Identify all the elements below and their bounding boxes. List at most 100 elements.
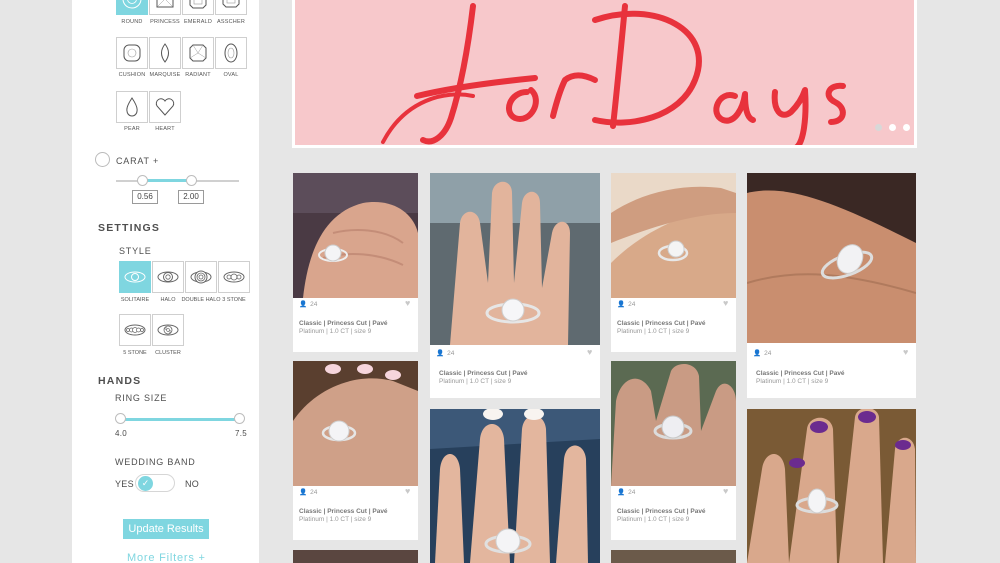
wedding-band-no[interactable]: NO	[185, 479, 199, 489]
card-subtitle: Platinum | 1.0 CT | size 9	[756, 378, 829, 385]
shape-princess[interactable]	[149, 0, 181, 15]
shape-emerald[interactable]	[182, 0, 214, 15]
three-stone-ring-icon	[223, 271, 245, 283]
card-title: Classic | Princess Cut | Pavé	[439, 370, 528, 377]
shape-cushion[interactable]	[116, 37, 148, 69]
card-subtitle: Platinum | 1.0 CT | size 9	[439, 378, 512, 385]
heart-diamond-icon	[155, 98, 175, 116]
carat-max-value[interactable]: 2.00	[178, 190, 204, 204]
ring-photo	[611, 173, 736, 298]
style-label: CLUSTER	[155, 350, 181, 356]
heart-icon[interactable]: ♥	[405, 486, 410, 496]
carat-plus: +	[152, 156, 160, 166]
likes-value: 24	[310, 300, 318, 308]
carat-label[interactable]: CARAT +	[116, 156, 159, 166]
shape-radiant[interactable]	[182, 37, 214, 69]
ring-card[interactable]: 👤 24 ♥ Classic | Princess Cut | Pavé Plat…	[293, 361, 418, 540]
five-stone-ring-icon	[124, 324, 146, 336]
user-icon: 👤	[299, 489, 308, 496]
ring-card[interactable]	[430, 409, 600, 563]
ring-photo	[611, 550, 736, 563]
shape-marquise[interactable]	[149, 37, 181, 69]
likes-value: 24	[628, 488, 636, 496]
wedding-band-toggle[interactable]: ✓	[135, 474, 175, 492]
ring-card[interactable]: 👤 24 ♥ Classic | Princess Cut | Pavé Plat…	[611, 173, 736, 352]
card-subtitle: Platinum | 1.0 CT | size 9	[617, 328, 690, 335]
card-subtitle: Platinum | 1.0 CT | size 9	[617, 516, 690, 523]
ring-photo	[293, 361, 418, 486]
settings-title: SETTINGS	[98, 222, 161, 234]
carat-min-value[interactable]: 0.56	[132, 190, 158, 204]
ring-card[interactable]: 👤 24 ♥ Classic | Princess Cut | Pavé Plat…	[611, 361, 736, 540]
shape-label: OVAL	[223, 72, 239, 78]
style-three-stone[interactable]	[218, 261, 250, 293]
asscher-diamond-icon	[222, 0, 240, 8]
ring-photo	[430, 409, 600, 563]
promo-banner[interactable]	[292, 0, 917, 148]
shape-pear[interactable]	[116, 91, 148, 123]
style-solitaire[interactable]	[119, 261, 151, 293]
round-diamond-icon	[122, 0, 142, 9]
style-double-halo[interactable]	[185, 261, 217, 293]
ring-size-min-value: 4.0	[115, 429, 128, 438]
shape-heart[interactable]	[149, 91, 181, 123]
carat-label-text: CARAT	[116, 156, 150, 166]
carousel-dot[interactable]	[889, 124, 896, 131]
carat-min-handle[interactable]	[137, 175, 148, 186]
ring-photo	[611, 361, 736, 486]
carat-range-fill	[143, 179, 192, 182]
user-icon: 👤	[617, 489, 626, 496]
user-icon: 👤	[617, 301, 626, 308]
card-title: Classic | Princess Cut | Pavé	[617, 508, 706, 515]
checkmark-icon: ✓	[138, 476, 153, 491]
heart-icon[interactable]: ♥	[723, 298, 728, 308]
shape-oval[interactable]	[215, 37, 247, 69]
ring-card[interactable]	[611, 550, 736, 563]
heart-icon[interactable]: ♥	[723, 486, 728, 496]
carousel-dot[interactable]	[875, 124, 882, 131]
ring-card[interactable]	[293, 550, 418, 563]
princess-diamond-icon	[156, 0, 174, 8]
carousel-dots	[875, 124, 914, 131]
ring-card[interactable]: 👤 24 ♥ Classic | Princess Cut | Pavé Plat…	[747, 173, 916, 398]
likes-count: 👤 24	[617, 300, 636, 309]
ring-card[interactable]: 👤 24 ♥ Classic | Princess Cut | Pavé Plat…	[293, 173, 418, 352]
ring-size-track	[121, 418, 240, 421]
likes-count: 👤 24	[617, 488, 636, 497]
shape-round[interactable]	[116, 0, 148, 15]
likes-count: 👤 24	[299, 488, 317, 497]
update-results-button[interactable]: Update Results	[123, 519, 209, 539]
style-halo[interactable]	[152, 261, 184, 293]
heart-icon[interactable]: ♥	[587, 347, 592, 357]
card-title: Classic | Princess Cut | Pavé	[617, 320, 706, 327]
more-filters-link[interactable]: More Filters +	[127, 552, 206, 563]
carat-toggle-circle[interactable]	[95, 152, 110, 167]
shape-label: HEART	[155, 126, 175, 132]
ring-card[interactable]: 👤 24 ♥ Classic | Princess Cut | Pavé Plat…	[430, 173, 600, 398]
filter-sidebar: ROUND PRINCESS EMERALD ASSCHER CUSHION M…	[72, 0, 259, 563]
solitaire-ring-icon	[124, 271, 146, 283]
for-days-script-art	[381, 3, 846, 145]
style-cluster[interactable]	[152, 314, 184, 346]
carousel-dot[interactable]	[903, 124, 910, 131]
ring-photo	[293, 173, 418, 298]
likes-value: 24	[628, 300, 636, 308]
ring-card[interactable]	[747, 409, 916, 563]
likes-count: 👤 24	[753, 349, 771, 358]
ring-photo	[747, 173, 916, 343]
likes-value: 24	[447, 349, 455, 357]
halo-ring-icon	[157, 271, 179, 283]
card-subtitle: Platinum | 1.0 CT | size 9	[299, 328, 372, 335]
card-title: Classic | Princess Cut | Pavé	[299, 508, 388, 515]
wedding-band-yes[interactable]: YES	[115, 479, 134, 489]
user-icon: 👤	[299, 301, 308, 308]
ring-size-max-handle[interactable]	[234, 413, 245, 424]
carat-max-handle[interactable]	[186, 175, 197, 186]
ring-size-min-handle[interactable]	[115, 413, 126, 424]
heart-icon[interactable]: ♥	[903, 347, 908, 357]
style-five-stone[interactable]	[119, 314, 151, 346]
ring-size-max-value: 7.5	[235, 429, 248, 438]
shape-asscher[interactable]	[215, 0, 247, 15]
heart-icon[interactable]: ♥	[405, 298, 410, 308]
double-halo-ring-icon	[190, 270, 212, 284]
